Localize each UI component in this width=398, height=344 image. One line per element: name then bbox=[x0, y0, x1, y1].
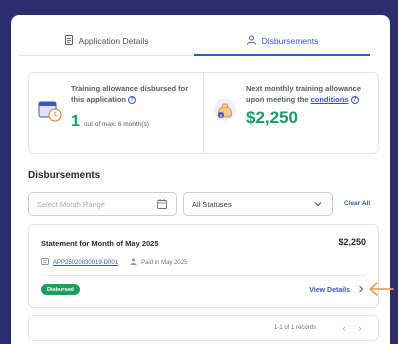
disbursed-count: 1 bbox=[71, 113, 80, 130]
month-range-placeholder: Select Month Range bbox=[37, 199, 105, 209]
next-allowance-label: Next monthly training allowance upon mee… bbox=[246, 84, 362, 105]
application-id-link[interactable]: APP25020830019-D001 bbox=[53, 260, 118, 266]
statement-card: Statement for Month of May 2025 $2,250 A… bbox=[28, 224, 379, 308]
tab-bar: Application Details Disbursements bbox=[18, 26, 370, 56]
status-select[interactable]: All Statuses bbox=[183, 192, 333, 216]
document-icon bbox=[64, 34, 74, 47]
chevron-right-icon bbox=[358, 285, 364, 295]
status-value: All Statuses bbox=[192, 199, 232, 209]
statement-amount: $2,250 bbox=[338, 237, 366, 247]
money-bag-icon: $ bbox=[212, 97, 238, 123]
tab-label: Disbursements bbox=[261, 35, 319, 46]
calendar-icon bbox=[156, 198, 168, 210]
next-allowance-summary: $ Next monthly training allowance upon m… bbox=[203, 73, 378, 153]
view-details-label: View Details bbox=[309, 286, 350, 294]
records-count: 1-1 of 1 records bbox=[274, 325, 317, 331]
info-icon[interactable]: ? bbox=[350, 96, 359, 105]
section-title: Disbursements bbox=[28, 170, 101, 181]
allowance-summary: Training allowance disbursed for this ap… bbox=[28, 72, 379, 154]
disbursed-label: Training allowance disbursed for this ap… bbox=[71, 84, 189, 105]
disbursed-max: out of max. 6 month(s) bbox=[83, 121, 149, 128]
paid-date: Paid in May 2025 bbox=[141, 259, 188, 266]
chevron-down-icon bbox=[312, 198, 324, 210]
next-page-button[interactable]: › bbox=[355, 323, 365, 333]
status-badge: Disbursed bbox=[41, 284, 80, 295]
person-icon bbox=[130, 258, 137, 267]
pagination-bar: 1-1 of 1 records ‹ › bbox=[28, 315, 379, 341]
conditions-link[interactable]: conditions bbox=[311, 95, 349, 104]
people-icon bbox=[246, 35, 257, 47]
disbursed-count-summary: Training allowance disbursed for this ap… bbox=[29, 73, 203, 153]
next-allowance-amount: $2,250 bbox=[246, 108, 298, 127]
month-range-input[interactable]: Select Month Range bbox=[28, 192, 177, 216]
view-details-link[interactable]: View Details bbox=[309, 285, 364, 295]
annotation-arrow-icon bbox=[369, 282, 394, 296]
clear-all-button[interactable]: Clear All bbox=[344, 200, 370, 207]
tab-disbursements[interactable]: Disbursements bbox=[194, 26, 370, 56]
divider bbox=[41, 275, 366, 276]
statement-title: Statement for Month of May 2025 bbox=[41, 239, 159, 248]
prev-page-button[interactable]: ‹ bbox=[339, 323, 349, 333]
tab-application-details[interactable]: Application Details bbox=[18, 26, 194, 55]
info-icon[interactable]: ? bbox=[128, 96, 137, 105]
calendar-clock-icon bbox=[37, 97, 63, 123]
tab-label: Application Details bbox=[78, 35, 149, 46]
filter-bar: Select Month Range All Statuses Clear Al… bbox=[28, 192, 379, 216]
id-card-icon bbox=[41, 258, 49, 267]
